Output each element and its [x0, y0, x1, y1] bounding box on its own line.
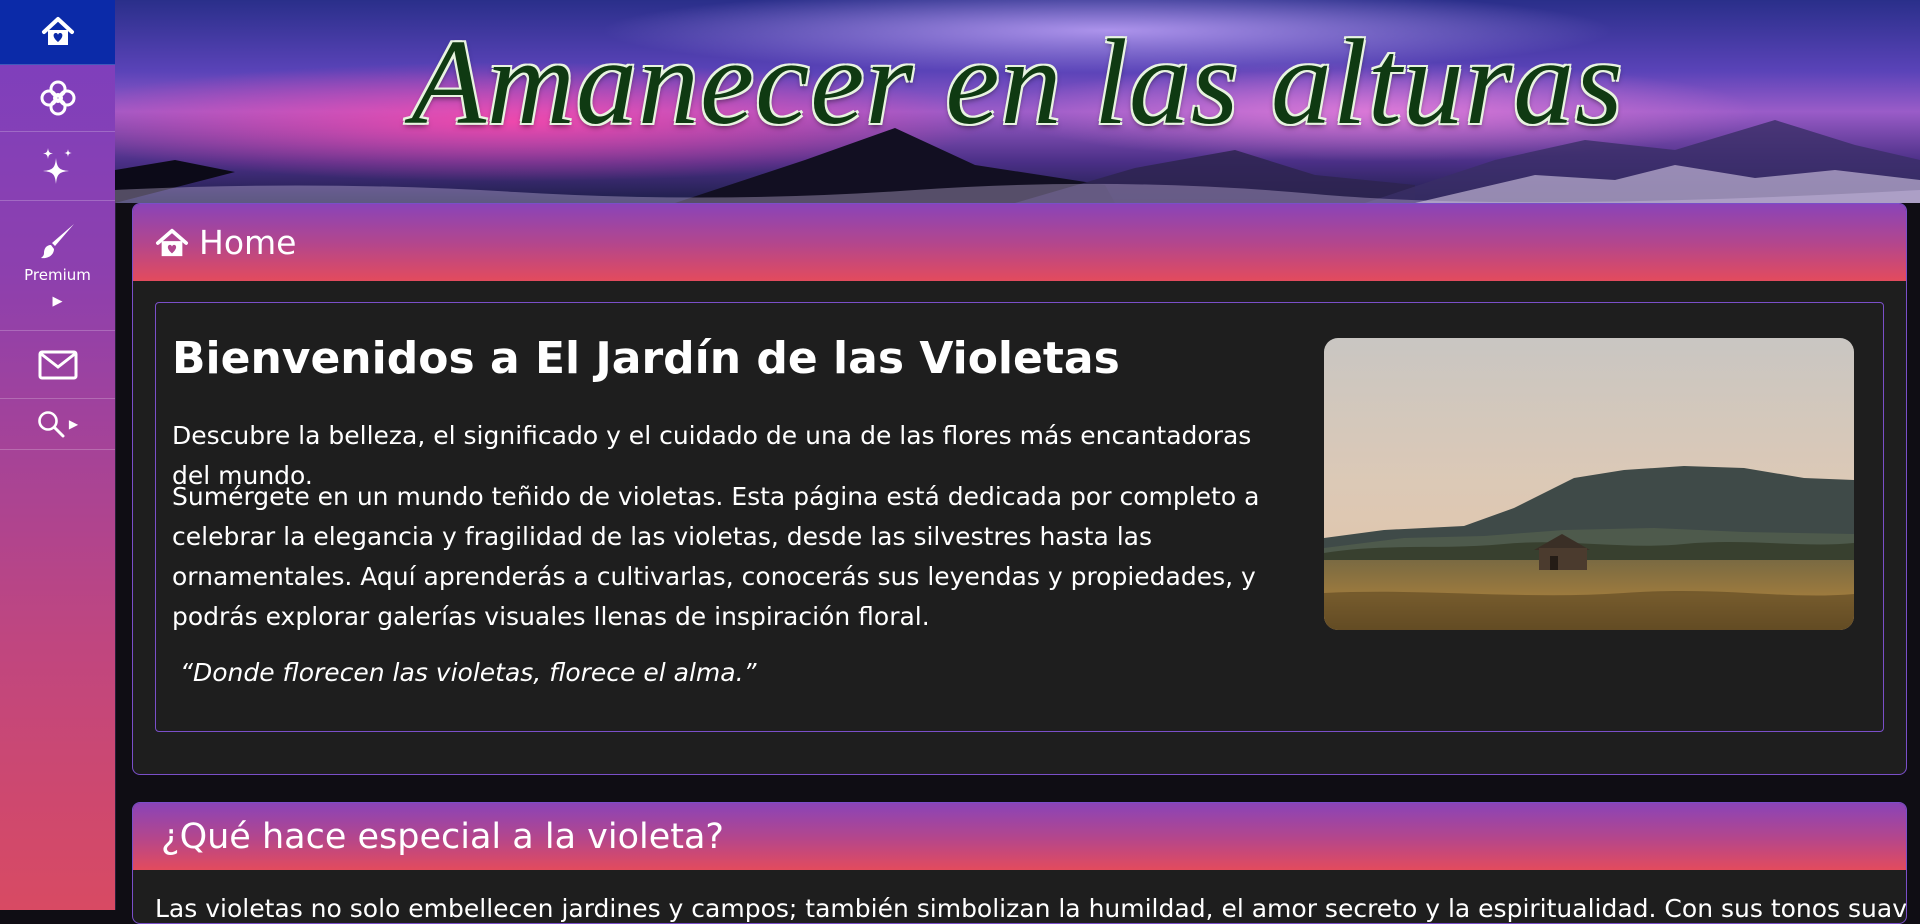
sidebar-item-flowers[interactable] — [0, 65, 115, 132]
landscape-photo — [1324, 338, 1854, 630]
welcome-box: Bienvenidos a El Jardín de las Violetas … — [155, 302, 1884, 732]
sidebar-item-sparkles[interactable] — [0, 132, 115, 201]
home-panel: Home Bienvenidos a El Jardín de las Viol… — [132, 203, 1907, 775]
home-icon — [41, 17, 74, 45]
welcome-title: Bienvenidos a El Jardín de las Violetas — [172, 333, 1120, 384]
sidebar: Premium ▶ ▶ — [0, 0, 116, 910]
search-icon — [38, 411, 65, 438]
home-panel-header: Home — [133, 204, 1906, 281]
home-icon — [156, 228, 188, 256]
sidebar-item-search[interactable]: ▶ — [0, 399, 115, 450]
flower-icon — [40, 80, 75, 116]
sidebar-item-premium[interactable]: Premium ▶ — [0, 201, 115, 331]
panel-title: Home — [199, 223, 297, 262]
caret-right-icon: ▶ — [68, 417, 79, 431]
sparkles-icon — [42, 148, 72, 184]
panel-title: ¿Qué hace especial a la violeta? — [161, 816, 725, 857]
quote-text: “Donde florecen las violetas, florece el… — [180, 658, 757, 687]
body-text: Sumérgete en un mundo teñido de violetas… — [172, 482, 1260, 631]
banner: Amanecer en las alturas — [115, 0, 1920, 203]
special-panel: ¿Qué hace especial a la violeta? Las vio… — [132, 802, 1907, 924]
banner-title: Amanecer en las alturas — [411, 15, 1624, 150]
caret-right-icon: ▶ — [52, 294, 63, 309]
special-panel-header: ¿Qué hace especial a la violeta? — [133, 803, 1906, 870]
envelope-icon — [38, 350, 77, 379]
sidebar-item-home[interactable] — [0, 0, 115, 65]
special-text: Las violetas no solo embellecen jardines… — [155, 894, 1907, 923]
sidebar-item-contact[interactable] — [0, 331, 115, 399]
brush-icon — [40, 224, 74, 259]
sidebar-item-label: Premium — [24, 266, 91, 284]
